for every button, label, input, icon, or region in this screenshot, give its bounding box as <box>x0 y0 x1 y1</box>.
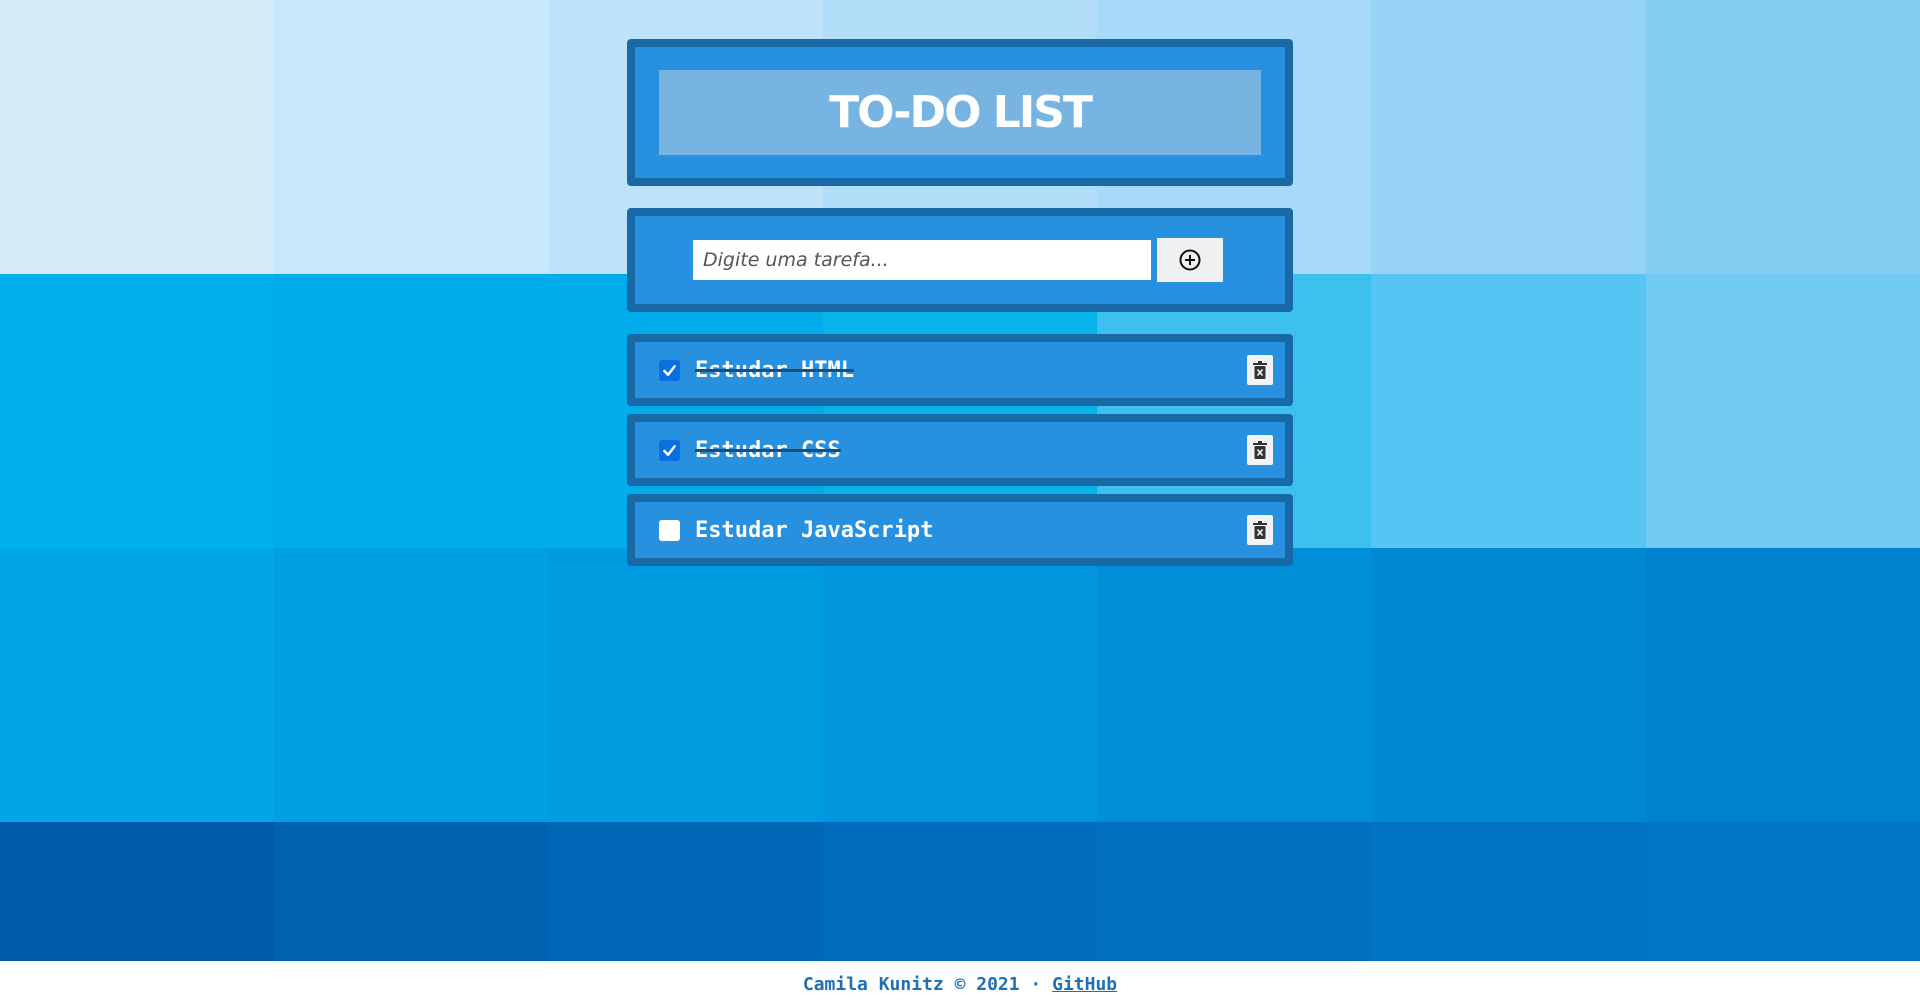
background-tile <box>274 0 549 274</box>
background-tile <box>822 548 1098 822</box>
background-tile <box>1645 274 1920 548</box>
background-tile <box>1645 548 1920 822</box>
background-tile <box>822 822 1098 961</box>
background-tile <box>548 822 823 961</box>
header-panel: TO-DO LIST <box>627 39 1293 186</box>
delete-task-button[interactable] <box>1247 355 1273 385</box>
background-tile <box>1097 822 1372 961</box>
task-checkbox[interactable] <box>659 439 680 461</box>
background-tile <box>0 822 275 961</box>
task-list: Estudar HTML Estudar CSS Estudar JavaScr… <box>627 334 1293 566</box>
footer-credit: Camila Kunitz © 2021 · <box>802 973 1053 995</box>
task-item: Estudar CSS <box>627 414 1293 486</box>
background-tile <box>0 274 275 548</box>
task-input[interactable] <box>693 240 1151 280</box>
title-box: TO-DO LIST <box>659 70 1261 155</box>
trash-icon <box>1253 441 1267 459</box>
trash-icon <box>1253 361 1267 379</box>
background-tile <box>1371 548 1646 822</box>
background-tile <box>0 548 275 822</box>
footer: Camila Kunitz © 2021 · GitHub <box>0 961 1920 1007</box>
check-icon <box>663 444 676 456</box>
task-checkbox[interactable] <box>659 519 680 541</box>
todo-app: TO-DO LIST Estudar HTML <box>627 39 1293 574</box>
background-tile <box>1371 0 1646 274</box>
trash-icon <box>1253 521 1267 539</box>
delete-task-button[interactable] <box>1247 515 1273 545</box>
task-checkbox[interactable] <box>659 359 680 381</box>
task-label: Estudar HTML <box>695 357 854 383</box>
background-tile <box>1371 274 1646 548</box>
github-link[interactable]: GitHub <box>1052 974 1117 995</box>
background-tile <box>1371 822 1646 961</box>
background-tile <box>0 0 275 274</box>
page-title: TO-DO LIST <box>829 87 1093 138</box>
new-task-panel <box>627 208 1293 312</box>
task-item: Estudar JavaScript <box>627 494 1293 566</box>
task-label: Estudar JavaScript <box>695 517 934 543</box>
background-tile <box>1645 0 1920 274</box>
background-tile <box>1645 822 1920 961</box>
background-tile <box>548 548 823 822</box>
background-tile <box>274 548 549 822</box>
task-item: Estudar HTML <box>627 334 1293 406</box>
background-tile <box>274 822 549 961</box>
task-label: Estudar CSS <box>695 437 841 463</box>
delete-task-button[interactable] <box>1247 435 1273 465</box>
add-task-button[interactable] <box>1157 238 1223 282</box>
plus-circle-icon <box>1179 249 1201 271</box>
background-tile <box>274 274 549 548</box>
check-icon <box>663 364 676 376</box>
background-tile <box>1097 548 1372 822</box>
